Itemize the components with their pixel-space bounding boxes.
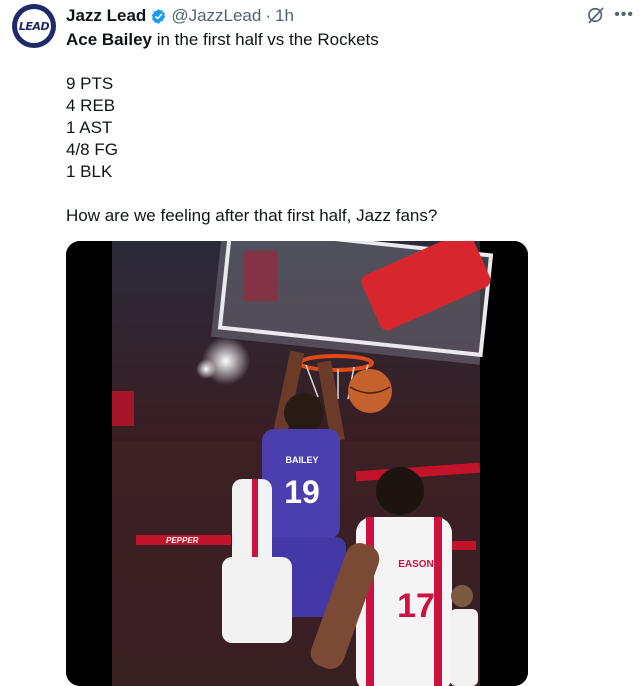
stat-line: 1 AST	[66, 118, 113, 137]
stat-line: 4/8 FG	[66, 140, 118, 159]
led-ad-text: PEPPER	[166, 536, 199, 545]
more-options-icon[interactable]: •••	[614, 7, 634, 23]
stat-line: 9 PTS	[66, 74, 114, 93]
basketball	[348, 369, 392, 413]
tweet-question: How are we feeling after that first half…	[66, 206, 438, 225]
tweet-headline: Ace Bailey in the first half vs the Rock…	[66, 29, 626, 51]
verified-badge-icon	[152, 8, 166, 24]
avatar[interactable]: LEAD	[12, 4, 56, 48]
stat-line: 4 REB	[66, 96, 116, 115]
tweet-time[interactable]: 1h	[275, 6, 294, 26]
rockets-jersey-number: 17	[397, 587, 435, 625]
video-frame: PEPPER 19 BAILEY 17 EASON	[66, 241, 528, 686]
rockets-jersey-name: EASON	[398, 559, 434, 570]
headline-rest: in the first half vs the Rockets	[152, 30, 379, 49]
jazz-jersey-name: BAILEY	[285, 455, 318, 465]
player-mention: Ace Bailey	[66, 30, 152, 49]
separator-dot: ·	[265, 6, 272, 25]
stat-line: 1 BLK	[66, 162, 113, 181]
grok-icon[interactable]	[586, 5, 606, 25]
tweet-video[interactable]: PEPPER 19 BAILEY 17 EASON	[66, 241, 528, 686]
author-name[interactable]: Jazz Lead	[66, 6, 146, 26]
tweet-text: Ace Bailey in the first half vs the Rock…	[66, 29, 626, 227]
jazz-jersey-number: 19	[284, 474, 320, 510]
avatar-logo: LEAD	[17, 9, 51, 43]
tweet-header: Jazz Lead @JazzLead · 1h	[66, 5, 294, 27]
tweet-actions-top: •••	[586, 5, 634, 25]
avatar-logo-text: LEAD	[18, 19, 50, 33]
author-handle[interactable]: @JazzLead	[171, 6, 261, 26]
